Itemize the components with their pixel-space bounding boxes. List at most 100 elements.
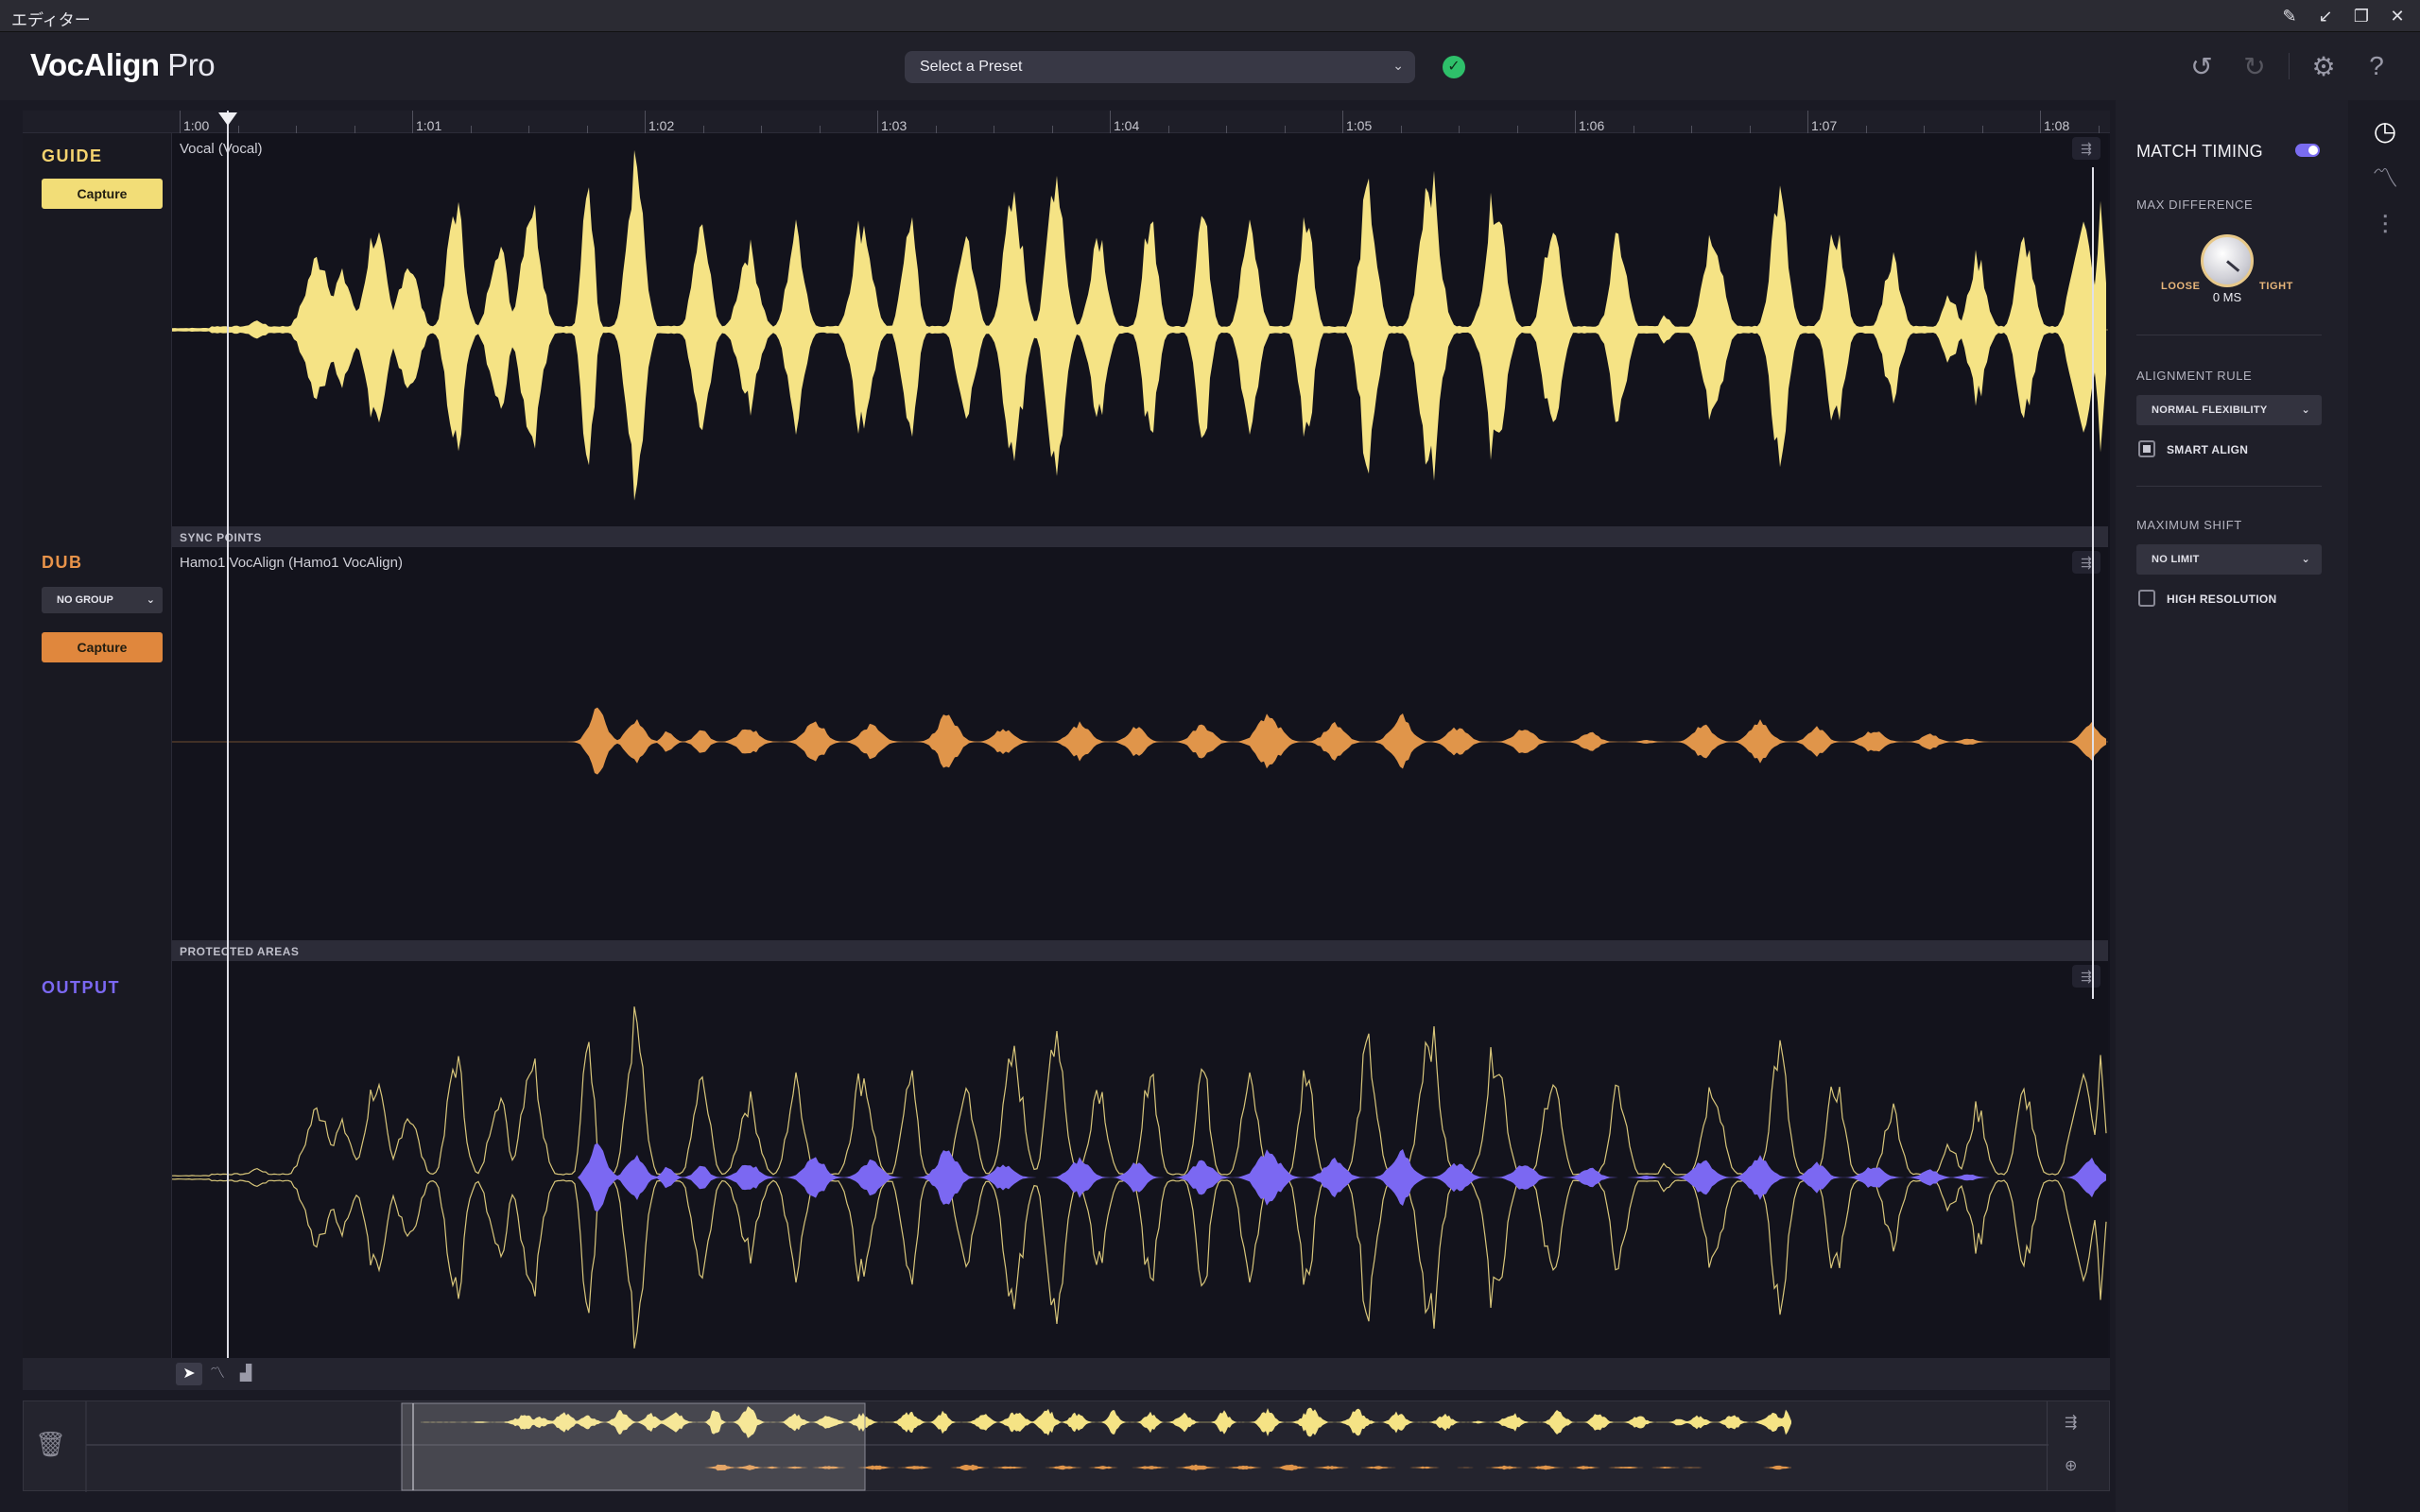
ruler-minor-tick bbox=[1691, 126, 1692, 133]
guide-clip-name: Vocal (Vocal) bbox=[180, 141, 263, 157]
guide-capture-button[interactable]: Capture bbox=[42, 179, 163, 209]
guide-outline bbox=[172, 1006, 2107, 1177]
redo-icon[interactable]: ↻ bbox=[2228, 51, 2281, 81]
app-logo: VocAlign Pro bbox=[30, 47, 216, 82]
ruler-minor-tick bbox=[702, 126, 704, 133]
overview-waveform bbox=[85, 1401, 2048, 1492]
clip-settings-icon[interactable]: ⇶ bbox=[2065, 1413, 2077, 1432]
ruler-tick-line bbox=[1807, 111, 1808, 133]
max-difference-label: MAX DIFFERENCE bbox=[2136, 198, 2254, 212]
minimize-icon[interactable]: ↙ bbox=[2312, 4, 2339, 28]
timeline-ruler[interactable]: 1:00 1:01 1:02 1:03 1:04 1:05 1:06 1:07 1:08 bbox=[23, 111, 2216, 133]
overview-controls: ⇶ ⊕ bbox=[2047, 1401, 2109, 1490]
clip-settings-icon[interactable]: ⇶ bbox=[2072, 137, 2100, 160]
ruler-minor-tick bbox=[237, 126, 239, 133]
chevron-down-icon: ⌄ bbox=[2301, 554, 2310, 565]
timing-mode-icon[interactable]: ◷ bbox=[2369, 115, 2401, 147]
pointer-tool-icon[interactable]: ➤ bbox=[176, 1363, 202, 1385]
ruler-tick-label: 1:07 bbox=[1811, 118, 1838, 133]
ruler-minor-tick bbox=[586, 126, 588, 133]
group-select-label: NO GROUP bbox=[57, 594, 113, 606]
ruler-minor-tick bbox=[819, 126, 821, 133]
max-difference-knob[interactable] bbox=[2201, 234, 2254, 287]
mode-sidebar: ◷ 〽 ⫶ bbox=[2348, 100, 2420, 1512]
overview-navigator[interactable]: 🗑 ⇶ ⊕ bbox=[23, 1400, 2110, 1492]
ruler-tick-label: 1:08 bbox=[2044, 118, 2070, 133]
toggle-knob bbox=[2308, 146, 2318, 155]
alignment-rule-value: NORMAL FLEXIBILITY bbox=[2152, 404, 2268, 416]
smart-align-checkbox[interactable] bbox=[2138, 440, 2155, 457]
alignment-rule-label: ALIGNMENT RULE bbox=[2136, 369, 2253, 383]
chevron-down-icon: ⌄ bbox=[2301, 404, 2310, 416]
pitch-mode-icon[interactable]: 〽 bbox=[2369, 163, 2401, 195]
overview-view-window[interactable] bbox=[401, 1402, 866, 1491]
output-waveform-lane[interactable]: ⇶ bbox=[172, 961, 2108, 1358]
ruler-minor-tick bbox=[1400, 126, 1402, 133]
preset-select-label: Select a Preset bbox=[920, 59, 1023, 75]
ruler-tick-line bbox=[2040, 111, 2041, 133]
sync-points-label: SYNC POINTS bbox=[180, 531, 262, 544]
pin-icon[interactable]: ✎ bbox=[2276, 4, 2303, 28]
dub-clip-name: Hamo1 VocAlign (Hamo1 VocAlign) bbox=[180, 555, 403, 571]
divider bbox=[2289, 53, 2290, 79]
waveform-tool-icon[interactable]: 〽 bbox=[204, 1363, 231, 1385]
app-header: VocAlign Pro Select a Preset ⌄ ✓ ↺ ↻ ⚙ ? bbox=[0, 32, 2420, 100]
close-icon[interactable]: ✕ bbox=[2384, 4, 2411, 28]
ruler-tick-label: 1:06 bbox=[1579, 118, 1605, 133]
high-resolution-checkbox[interactable] bbox=[2138, 590, 2155, 607]
gear-icon[interactable]: ⚙ bbox=[2297, 51, 2350, 81]
dub-capture-button[interactable]: Capture bbox=[42, 632, 163, 662]
playhead-marker-icon[interactable] bbox=[218, 112, 237, 126]
guide-waveform bbox=[172, 149, 2108, 501]
preset-select[interactable]: Select a Preset ⌄ bbox=[905, 51, 1415, 83]
waveform-shape bbox=[172, 149, 2106, 501]
ruler-minor-tick bbox=[1459, 126, 1460, 133]
protected-areas-label: PROTECTED AREAS bbox=[180, 945, 300, 958]
ruler-minor-tick bbox=[1924, 126, 1925, 133]
smart-align-label: SMART ALIGN bbox=[2167, 443, 2249, 456]
clip-settings-icon[interactable]: ⇶ bbox=[2072, 551, 2100, 574]
ruler-minor-tick bbox=[761, 126, 762, 133]
zoom-icon[interactable]: ⊕ bbox=[2065, 1456, 2077, 1475]
ruler-tick-line bbox=[1110, 111, 1111, 133]
ruler-minor-tick bbox=[528, 126, 529, 133]
maximum-shift-select[interactable]: NO LIMIT ⌄ bbox=[2136, 544, 2322, 575]
clip-settings-icon[interactable]: ⇶ bbox=[2072, 965, 2100, 988]
ruler-tick-line bbox=[1575, 111, 1576, 133]
group-select[interactable]: NO GROUP ⌄ bbox=[42, 587, 163, 613]
ruler-tick-line bbox=[412, 111, 413, 133]
waveform-shape bbox=[172, 707, 2106, 775]
guide-waveform-lane[interactable]: Vocal (Vocal) ⇶ bbox=[172, 133, 2108, 526]
tight-label: TIGHT bbox=[2259, 281, 2293, 292]
output-waveform bbox=[172, 1006, 2107, 1349]
ruler-tick-label: 1:04 bbox=[1114, 118, 1140, 133]
ruler-minor-tick bbox=[1051, 126, 1053, 133]
dub-track-header: DUB NO GROUP ⌄ Capture bbox=[23, 536, 172, 961]
guide-track-header: GUIDE Capture bbox=[23, 133, 172, 536]
match-timing-toggle[interactable] bbox=[2295, 144, 2320, 157]
ruler-minor-tick bbox=[470, 126, 472, 133]
playhead[interactable] bbox=[227, 111, 229, 1358]
protected-areas-strip[interactable]: PROTECTED AREAS bbox=[172, 940, 2108, 961]
alignment-rule-select[interactable]: NORMAL FLEXIBILITY ⌄ bbox=[2136, 395, 2322, 425]
ruler-minor-tick bbox=[296, 126, 297, 133]
mixer-mode-icon[interactable]: ⫶ bbox=[2369, 210, 2401, 242]
ruler-tick-label: 1:00 bbox=[183, 118, 210, 133]
chevron-down-icon: ⌄ bbox=[146, 594, 155, 606]
ruler-tick-label: 1:05 bbox=[1346, 118, 1373, 133]
ruler-tick-label: 1:03 bbox=[881, 118, 908, 133]
spectrum-tool-icon[interactable]: ▟ bbox=[233, 1363, 259, 1385]
guide-track-name: GUIDE bbox=[42, 146, 103, 165]
high-resolution-label: HIGH RESOLUTION bbox=[2167, 593, 2277, 606]
help-icon[interactable]: ? bbox=[2350, 51, 2403, 81]
dub-waveform-lane[interactable]: Hamo1 VocAlign (Hamo1 VocAlign) ⇶ bbox=[172, 547, 2108, 940]
sync-points-strip[interactable]: SYNC POINTS bbox=[172, 526, 2108, 547]
ruler-tick-line bbox=[180, 111, 181, 133]
maximum-shift-label: MAXIMUM SHIFT bbox=[2136, 518, 2242, 532]
restore-icon[interactable]: ❐ bbox=[2348, 4, 2375, 28]
clip-end-marker[interactable] bbox=[2092, 167, 2094, 999]
output-track-name: OUTPUT bbox=[42, 978, 120, 997]
undo-icon[interactable]: ↺ bbox=[2175, 51, 2228, 81]
ruler-minor-tick bbox=[1981, 126, 1983, 133]
ruler-minor-tick bbox=[1516, 126, 1518, 133]
